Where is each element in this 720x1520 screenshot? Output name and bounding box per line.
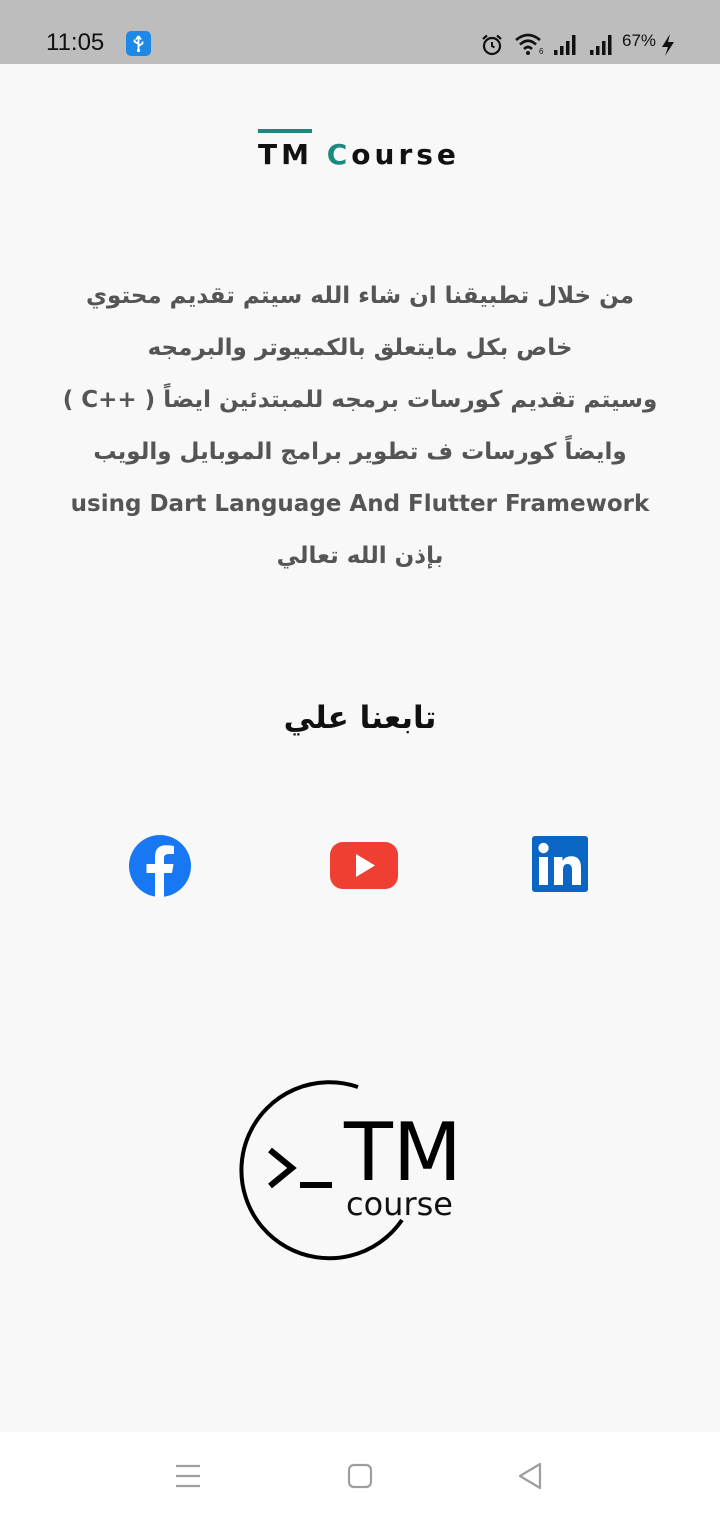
brand-prefix: TM xyxy=(258,138,327,171)
signal-icon xyxy=(590,35,612,55)
back-icon xyxy=(518,1462,542,1490)
description-line: using Dart Language And Flutter Framewor… xyxy=(70,491,650,517)
description-line: وسيتم تقديم كورسات برمجه للمبتدئين ايضاً… xyxy=(62,387,658,413)
menu-icon xyxy=(176,1464,200,1488)
facebook-button[interactable] xyxy=(127,833,195,899)
status-time: 11:05 xyxy=(46,29,105,56)
wifi-icon: 6 xyxy=(515,33,544,56)
recent-apps-button[interactable] xyxy=(168,1456,208,1496)
description-line: بإذن الله تعالي xyxy=(276,543,444,569)
description-line: من خلال تطبيقنا ان شاء الله سيتم تقديم م… xyxy=(85,283,635,309)
brand-c-letter: C xyxy=(326,138,352,171)
battery-percent: 67% xyxy=(622,31,657,50)
charging-icon xyxy=(662,34,674,56)
app-description: من خلال تطبيقنا ان شاء الله سيتم تقديم م… xyxy=(60,270,660,582)
system-nav-bar xyxy=(0,1432,720,1520)
alarm-icon xyxy=(482,34,502,56)
logo-subtitle: course xyxy=(346,1185,453,1223)
home-button[interactable] xyxy=(340,1456,380,1496)
linkedin-icon xyxy=(532,836,588,892)
signal-icon xyxy=(554,35,576,55)
description-line: وايضاً كورسات ف تطوير برامج الموبايل وال… xyxy=(93,439,627,465)
follow-us-title: تابعنا علي xyxy=(283,700,437,736)
facebook-icon xyxy=(129,835,191,897)
description-line: خاص بكل مايتعلق بالكمبيوتر والبرمجه xyxy=(147,335,573,361)
back-button[interactable] xyxy=(510,1456,550,1496)
linkedin-button[interactable] xyxy=(530,833,598,899)
usb-icon xyxy=(126,31,151,56)
tm-course-logo: TM course xyxy=(230,1072,490,1262)
brand-accent-bar xyxy=(258,129,312,133)
brand-title: TM Course xyxy=(258,138,460,171)
status-bar: 11:05 6 67% xyxy=(0,0,720,64)
youtube-button[interactable] xyxy=(329,840,398,906)
home-icon xyxy=(347,1463,373,1489)
youtube-icon xyxy=(330,842,398,889)
brand-rest: ourse xyxy=(351,138,460,171)
svg-text:6: 6 xyxy=(539,47,544,56)
